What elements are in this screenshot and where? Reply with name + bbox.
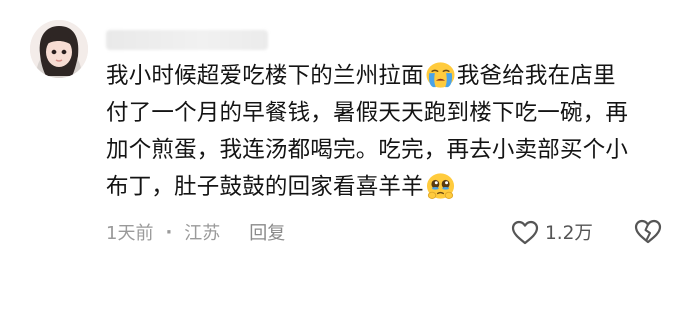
comment-line: 加个煎蛋，我连汤都喝完。吃完，再去小卖部买个小: [106, 137, 629, 163]
comment-line-text: 我小时候超爱吃楼下的兰州拉面: [106, 63, 424, 89]
avatar-image: [30, 20, 88, 78]
reply-button[interactable]: 回复: [249, 219, 285, 245]
comment-time: 1天前: [106, 223, 154, 244]
username-blurred[interactable]: [106, 30, 268, 50]
comment-meta: 1天前 · 江苏 回复: [106, 219, 285, 245]
comment-line-text: 布丁，肚子鼓鼓的回家看喜羊羊: [106, 174, 424, 200]
like-count: 1.2万: [545, 223, 593, 244]
dislike-button[interactable]: [634, 219, 662, 248]
comment-card: 我小时候超爱吃楼下的兰州拉面 我爸给我在店里 付了一个月的早餐钱，暑假天天跑到楼…: [0, 0, 690, 321]
comment-line: 我小时候超爱吃楼下的兰州拉面 我爸给我在店里: [106, 58, 686, 95]
comment-line-text: 我爸给我在店里: [456, 63, 616, 89]
comment-location: 江苏: [184, 223, 221, 244]
comment-line: 布丁，肚子鼓鼓的回家看喜羊羊: [106, 169, 686, 206]
avatar[interactable]: [30, 20, 88, 78]
comment-text: 我小时候超爱吃楼下的兰州拉面 我爸给我在店里 付了一个月的早餐钱，暑假天天跑到楼…: [106, 58, 686, 206]
pleading-face-icon: [426, 173, 454, 199]
broken-heart-icon: [634, 219, 662, 244]
heart-outline-icon: [511, 220, 539, 244]
crying-face-icon: [426, 62, 455, 88]
meta-separator: ·: [165, 221, 173, 243]
comment-line: 付了一个月的早餐钱，暑假天天跑到楼下吃一碗，再: [106, 100, 629, 126]
like-button[interactable]: 1.2万: [511, 219, 593, 245]
